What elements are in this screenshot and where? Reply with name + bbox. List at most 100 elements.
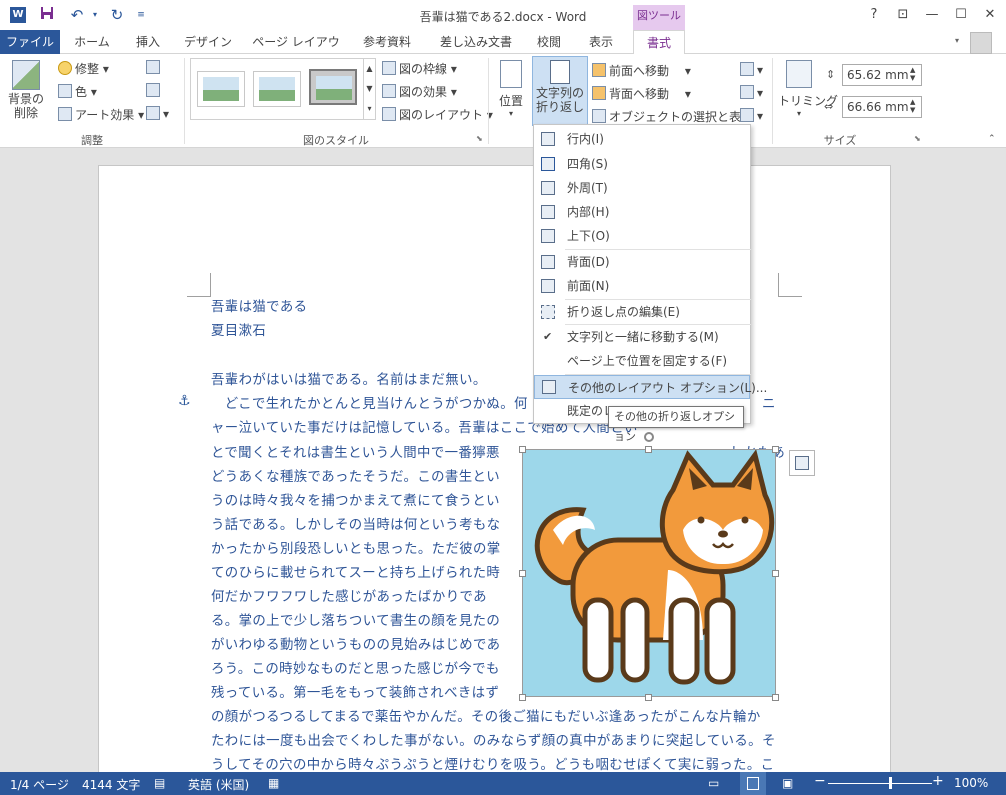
word-count[interactable]: 4144 文字 <box>82 776 140 793</box>
resize-handle-ne[interactable] <box>772 446 779 453</box>
change-picture-button[interactable] <box>146 83 163 98</box>
menu-item-in-front[interactable]: 前面(N) <box>534 274 750 298</box>
position-label: 位置 <box>498 94 523 108</box>
tooltip: その他の折り返しオプション <box>608 406 744 443</box>
group-button[interactable]: ▾ <box>740 85 763 100</box>
tab-view[interactable]: 表示 <box>582 30 620 54</box>
menu-item-more-layout-options[interactable]: その他のレイアウト オプション(L)... <box>534 375 767 399</box>
doc-line: がいわゆる動物というものの見始みはじめであ <box>211 638 501 653</box>
tab-design[interactable]: デザイン <box>180 30 236 54</box>
menu-item-inline[interactable]: 行内(I) <box>534 127 750 151</box>
rotate-handle[interactable] <box>644 432 654 442</box>
minimize-button[interactable]: — <box>919 4 945 26</box>
zoom-in-button[interactable]: + <box>932 773 944 789</box>
width-spinner[interactable]: ▲ ▼ <box>910 98 915 114</box>
color-icon <box>58 84 72 98</box>
size-launcher-icon[interactable]: ⬊ <box>914 134 921 143</box>
menu-item-top-bottom[interactable]: 上下(O) <box>534 224 750 248</box>
picture-effects-button[interactable]: 図の効果 ▾ <box>382 83 457 100</box>
menu-item-fix-position[interactable]: ページ上で位置を固定する(F) <box>534 349 750 373</box>
align-button[interactable]: ▾ <box>740 62 763 77</box>
tab-home[interactable]: ホーム <box>67 30 117 54</box>
menu-item-move-with-text[interactable]: ✔ 文字列と一緒に移動する(M) <box>534 325 750 349</box>
read-mode-icon[interactable]: ▭ <box>708 776 719 790</box>
picture-style-2[interactable] <box>253 71 301 107</box>
resize-handle-w[interactable] <box>519 570 526 577</box>
zoom-out-button[interactable]: − <box>814 773 826 789</box>
page-count[interactable]: 1/4 ページ <box>10 776 69 793</box>
remove-background-label: 背景の 削除 <box>7 92 44 120</box>
picture-style-1[interactable] <box>197 71 245 107</box>
doc-line: どうあくな種族であったそうだ。この書生とい <box>211 470 501 485</box>
menu-item-label: 行内(I) <box>567 132 604 146</box>
check-icon: ✔ <box>543 330 553 343</box>
rotate-button[interactable]: ▾ <box>740 108 763 123</box>
macro-icon[interactable]: ▦ <box>268 776 279 790</box>
tab-format[interactable]: 書式 <box>633 30 685 55</box>
height-spinner[interactable]: ▲ ▼ <box>910 66 915 82</box>
corrections-button[interactable]: 修整 ▾ <box>58 60 109 77</box>
help-button[interactable]: ? <box>861 4 887 26</box>
doc-line: う話である。しかしその当時は何という考もな <box>211 518 501 533</box>
menu-item-square[interactable]: 四角(S) <box>534 152 750 176</box>
tab-mailings[interactable]: 差し込み文書 <box>432 30 520 54</box>
zoom-level[interactable]: 100% <box>954 776 988 790</box>
crop-button[interactable]: トリミング ▾ <box>778 58 838 118</box>
layout-options-button[interactable] <box>789 450 815 476</box>
dog-picture[interactable] <box>522 449 776 697</box>
menu-item-through[interactable]: 内部(H) <box>534 200 750 224</box>
resize-handle-n[interactable] <box>645 446 652 453</box>
color-label: 色 <box>75 85 88 99</box>
zoom-slider-track[interactable] <box>828 783 932 784</box>
picture-border-button[interactable]: 図の枠線 ▾ <box>382 60 457 77</box>
resize-handle-se[interactable] <box>772 694 779 701</box>
menu-item-label: 上下(O) <box>567 229 610 243</box>
bring-forward-button[interactable]: 前面へ移動 ▾ <box>592 62 691 79</box>
account-avatar[interactable] <box>970 32 992 54</box>
pencil-icon <box>382 61 396 75</box>
reset-picture-button[interactable]: ▾ <box>146 106 169 121</box>
doc-line: 残っている。第一毛をもって装飾されべきはず <box>211 686 500 701</box>
maximize-button[interactable]: ☐ <box>948 4 974 26</box>
position-button[interactable]: 位置 ▾ <box>494 58 528 118</box>
doc-line: うしてその穴の中から時々ぷうぷうと煙けむりを吸う。どうも咽むせぽくて実に弱った。… <box>211 758 775 772</box>
tab-references[interactable]: 参考資料 <box>354 30 420 54</box>
wrap-text-icon <box>550 60 570 84</box>
picture-style-3[interactable] <box>309 69 357 105</box>
picture-layout-button[interactable]: 図のレイアウト ▾ <box>382 106 493 123</box>
menu-item-edit-wrap-points[interactable]: 折り返し点の編集(E) <box>534 300 750 324</box>
menu-item-label: ページ上で位置を固定する(F) <box>567 354 728 368</box>
language-indicator[interactable]: 英語 (米国) <box>188 776 249 793</box>
artistic-effects-button[interactable]: アート効果 ▾ <box>58 106 144 123</box>
print-layout-button[interactable] <box>740 772 766 795</box>
web-layout-icon[interactable]: ▣ <box>782 776 793 790</box>
tab-review[interactable]: 校閲 <box>530 30 568 54</box>
layout-options-icon <box>795 456 809 470</box>
send-backward-button[interactable]: 背面へ移動 ▾ <box>592 85 691 102</box>
wrap-text-button[interactable]: 文字列の 折り返し <box>532 56 588 126</box>
ribbon-display-button[interactable]: ⊡ <box>890 4 916 26</box>
menu-item-behind-text[interactable]: 背面(D) <box>534 250 750 274</box>
color-button[interactable]: 色 ▾ <box>58 83 97 100</box>
styles-launcher-icon[interactable]: ⬊ <box>476 134 483 143</box>
wrap-through-icon <box>541 205 555 219</box>
compress-pictures-button[interactable] <box>146 60 163 75</box>
gallery-scroll[interactable]: ▲ ▼ ▾ <box>363 59 375 119</box>
resize-handle-s[interactable] <box>645 694 652 701</box>
wrap-text-menu: 行内(I) 四角(S) 外周(T) 内部(H) 上下(O) 背面(D) 前面(N… <box>533 124 767 424</box>
menu-item-tight[interactable]: 外周(T) <box>534 176 750 200</box>
close-button[interactable]: ✕ <box>977 4 1003 26</box>
resize-handle-sw[interactable] <box>519 694 526 701</box>
selection-pane-button[interactable]: オブジェクトの選択と表示 <box>592 108 753 125</box>
resize-handle-e[interactable] <box>772 570 779 577</box>
proofing-icon[interactable]: ▤ <box>154 776 165 790</box>
account-dropdown-icon[interactable]: ▾ <box>955 36 959 45</box>
tab-file[interactable]: ファイル <box>0 30 60 54</box>
tab-page-layout[interactable]: ページ レイアウト <box>248 30 344 73</box>
resize-handle-nw[interactable] <box>519 446 526 453</box>
zoom-slider-thumb[interactable] <box>889 777 893 789</box>
doc-line: てのひらに載せられてスーと持ち上げられた時 <box>211 566 501 581</box>
remove-background-button[interactable]: 背景の 削除 <box>4 58 48 126</box>
collapse-ribbon-icon[interactable]: ⌃ <box>988 134 996 144</box>
tab-insert[interactable]: 挿入 <box>124 30 172 54</box>
